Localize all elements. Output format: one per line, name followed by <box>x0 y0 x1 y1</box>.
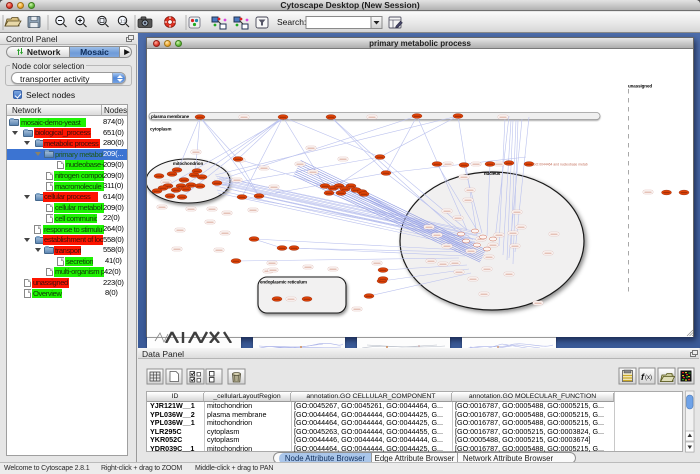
svg-text:Search:: Search: <box>277 17 306 27</box>
svg-text:nucleus: nucleus <box>484 171 501 176</box>
svg-text:unassigned: unassigned <box>628 84 652 89</box>
svg-text:GO:0044464 and nucleobase meta: GO:0044464 and nucleobase metab <box>533 163 588 167</box>
svg-text:mitochondrion: mitochondrion <box>173 161 204 166</box>
svg-text:(x): (x) <box>645 375 652 381</box>
svg-text:plasma membrane: plasma membrane <box>151 114 190 119</box>
svg-text:cytoplasm: cytoplasm <box>150 127 171 132</box>
svg-text:1:1: 1:1 <box>120 19 127 24</box>
svg-text:endoplasmic reticulum: endoplasmic reticulum <box>260 280 307 285</box>
